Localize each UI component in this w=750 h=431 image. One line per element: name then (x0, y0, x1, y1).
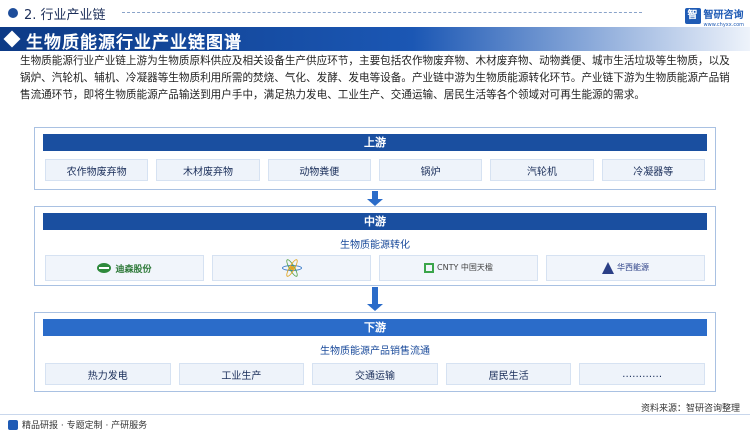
page-title: 生物质能源行业产业链图谱 (26, 33, 242, 53)
company-devotion[interactable]: 迪森股份 (45, 255, 204, 281)
top-bar: 2. 行业产业链 智 智研咨询 www.chyxx.com (0, 0, 750, 28)
brand-name: 智研咨询 (703, 10, 744, 21)
section-bullet-icon (8, 8, 18, 18)
company-cnty[interactable]: CNTY 中国天楹 (379, 255, 538, 281)
upstream-label: 上游 (43, 134, 707, 151)
company-western-power[interactable]: 华西能源 (546, 255, 705, 281)
brand[interactable]: 智 智研咨询 www.chyxx.com (684, 3, 744, 28)
downstream-item[interactable]: 工业生产 (178, 363, 305, 385)
upstream-item[interactable]: 木材废弃物 (156, 159, 260, 181)
upstream-items: 农作物废弃物 木材废弃物 动物粪便 锅炉 汽轮机 冷凝器等 (45, 159, 705, 181)
upstream-item[interactable]: 汽轮机 (490, 159, 594, 181)
downstream-item[interactable]: ………… (579, 363, 705, 385)
description: 生物质能源行业产业链上游为生物质原料供应及相关设备生产供应环节，主要包括农作物废… (20, 55, 730, 101)
midstream-panel: 中游 生物质能源转化 迪森股份 CNTY 中国天楹 华西能源 (34, 206, 716, 286)
cnty-logo-icon: CNTY 中国天楹 (424, 263, 493, 273)
downstream-panel: 下游 生物质能源产品销售流通 热力发电 工业生产 交通运输 居民生活 ………… (34, 312, 716, 392)
midstream-label: 中游 (43, 213, 707, 230)
data-source: 资料来源：智研咨询整理 (640, 404, 740, 414)
brand-logo-icon: 智 (684, 7, 701, 24)
company-atom[interactable] (212, 255, 371, 281)
flow-arrow-icon (367, 191, 383, 206)
footer: 精品研报 · 专题定制 · 产研服务 资料来源：智研咨询整理 (0, 404, 750, 431)
report-icon (8, 419, 18, 430)
downstream-items: 热力发电 工业生产 交通运输 居民生活 ………… (45, 363, 705, 385)
western-power-logo-icon: 华西能源 (602, 262, 649, 274)
flow-arrow-icon (367, 287, 383, 311)
header-divider (122, 12, 642, 13)
downstream-item[interactable]: 交通运输 (312, 363, 438, 385)
downstream-item[interactable]: 居民生活 (445, 363, 572, 385)
upstream-item[interactable]: 锅炉 (378, 159, 483, 181)
upstream-item[interactable]: 动物粪便 (267, 159, 371, 181)
upstream-panel: 上游 农作物废弃物 木材废弃物 动物粪便 锅炉 汽轮机 冷凝器等 (34, 127, 716, 190)
footer-services: 精品研报 · 专题定制 · 产研服务 (8, 418, 147, 431)
atom-logo-icon (281, 257, 303, 279)
devotion-logo-icon: 迪森股份 (97, 262, 152, 275)
footer-services-text: 精品研报 · 专题定制 · 产研服务 (22, 421, 148, 431)
upstream-item[interactable]: 冷凝器等 (601, 159, 705, 181)
downstream-label: 下游 (43, 319, 707, 336)
upstream-item[interactable]: 农作物废弃物 (45, 159, 149, 181)
section-title: 2. 行业产业链 (24, 8, 106, 23)
title-band: 生物质能源行业产业链图谱 (0, 27, 750, 53)
downstream-subtitle: 生物质能源产品销售流通 (320, 346, 430, 357)
midstream-subtitle: 生物质能源转化 (340, 240, 410, 251)
midstream-companies: 迪森股份 CNTY 中国天楹 华西能源 (45, 255, 705, 281)
diamond-icon (3, 30, 21, 48)
downstream-item[interactable]: 热力发电 (45, 363, 171, 385)
